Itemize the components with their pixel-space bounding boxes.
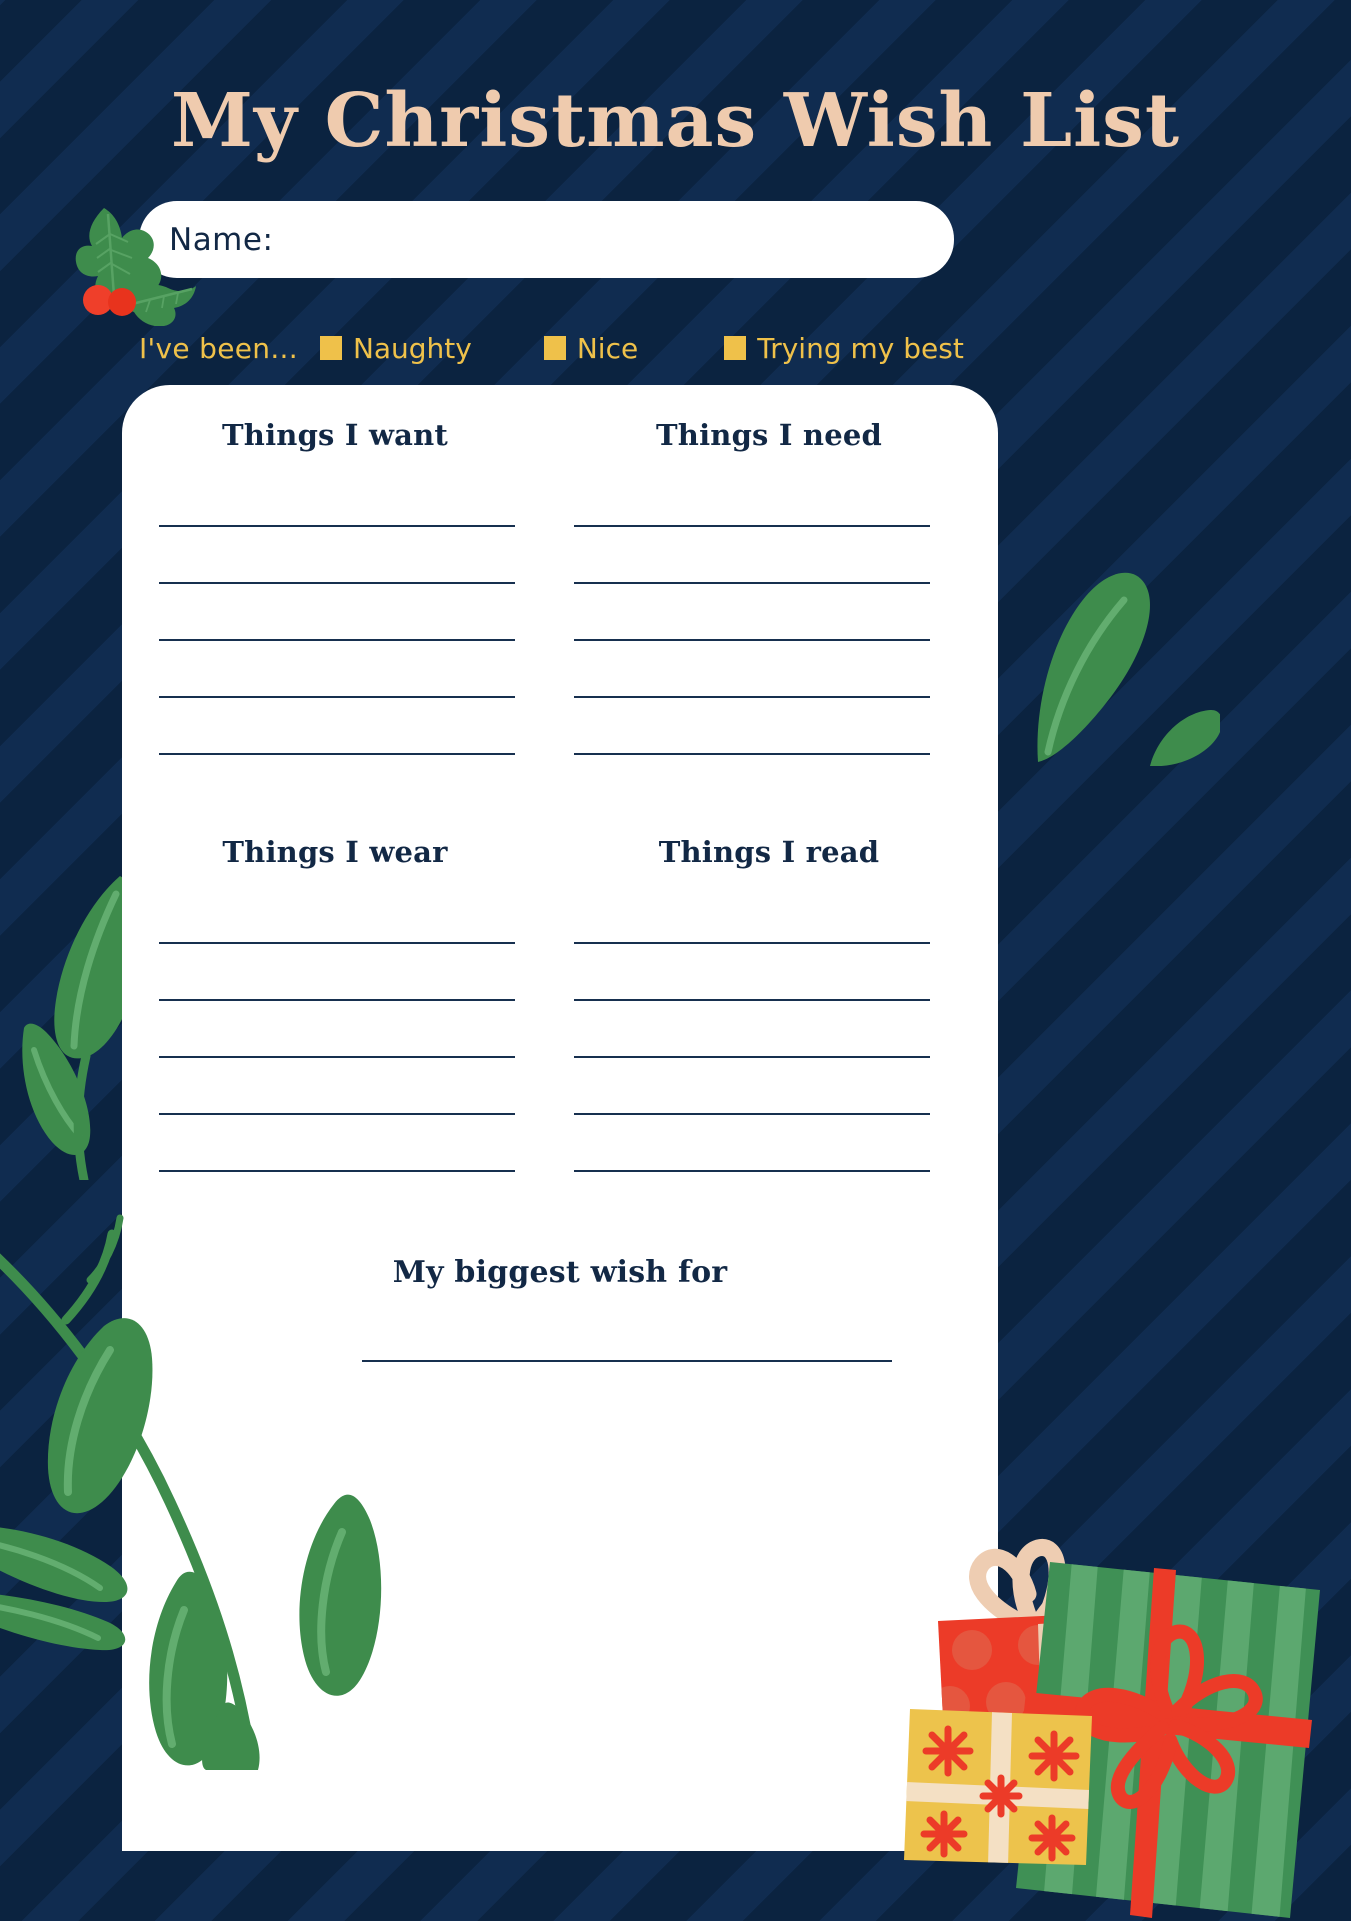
write-line-read-2[interactable]	[574, 999, 930, 1001]
behavior-status-row: I've been... Naughty Nice Trying my best	[139, 326, 1039, 370]
write-line-wear-2[interactable]	[159, 999, 515, 1001]
status-option-trying-my-best[interactable]: Trying my best	[724, 332, 964, 365]
write-line-want-4[interactable]	[159, 696, 515, 698]
status-label-naughty: Naughty	[352, 331, 472, 365]
write-line-read-4[interactable]	[574, 1113, 930, 1115]
status-option-naughty[interactable]: Naughty	[319, 331, 472, 365]
gift-box-yellow-icon	[904, 1709, 1092, 1865]
status-label-nice: Nice	[576, 331, 639, 365]
write-line-read-5[interactable]	[574, 1170, 930, 1172]
status-prompt-label: I've been...	[139, 331, 298, 365]
write-line-need-2[interactable]	[574, 582, 930, 584]
write-line-need-4[interactable]	[574, 696, 930, 698]
write-line-read-3[interactable]	[574, 1056, 930, 1058]
section-heading-things-i-read: Things I read	[658, 835, 880, 869]
write-line-want-1[interactable]	[159, 525, 515, 527]
wish-list-page: My Christmas Wish List Name: I've been..…	[0, 0, 1351, 1921]
write-line-need-3[interactable]	[574, 639, 930, 641]
gift-boxes-illustration	[720, 1520, 1351, 1921]
write-line-wear-4[interactable]	[159, 1113, 515, 1115]
write-line-need-1[interactable]	[574, 525, 930, 527]
write-line-want-5[interactable]	[159, 753, 515, 755]
write-line-need-5[interactable]	[574, 753, 930, 755]
write-line-wear-1[interactable]	[159, 942, 515, 944]
mistletoe-branch-icon	[0, 1210, 440, 1772]
holly-sprig-icon	[52, 196, 212, 327]
page-title: My Christmas Wish List	[170, 78, 1181, 164]
mistletoe-leaf-right-icon	[990, 466, 1223, 767]
section-heading-things-i-need: Things I need	[656, 418, 882, 452]
name-field-container[interactable]: Name:	[139, 201, 954, 278]
write-line-wear-3[interactable]	[159, 1056, 515, 1058]
write-line-wear-5[interactable]	[159, 1170, 515, 1172]
status-option-nice[interactable]: Nice	[543, 331, 639, 365]
status-label-trying-my-best: Trying my best	[757, 331, 964, 365]
checkbox-naughty-icon[interactable]	[319, 336, 342, 360]
checkbox-trying-my-best-icon[interactable]	[724, 336, 747, 360]
write-line-biggest-wish-1[interactable]	[362, 1360, 892, 1362]
checkbox-nice-icon[interactable]	[543, 336, 566, 360]
write-line-read-1[interactable]	[574, 942, 930, 944]
write-line-want-2[interactable]	[159, 582, 515, 584]
section-heading-things-i-want: Things I want	[222, 418, 448, 452]
write-line-want-3[interactable]	[159, 639, 515, 641]
section-heading-things-i-wear: Things I wear	[222, 835, 448, 869]
